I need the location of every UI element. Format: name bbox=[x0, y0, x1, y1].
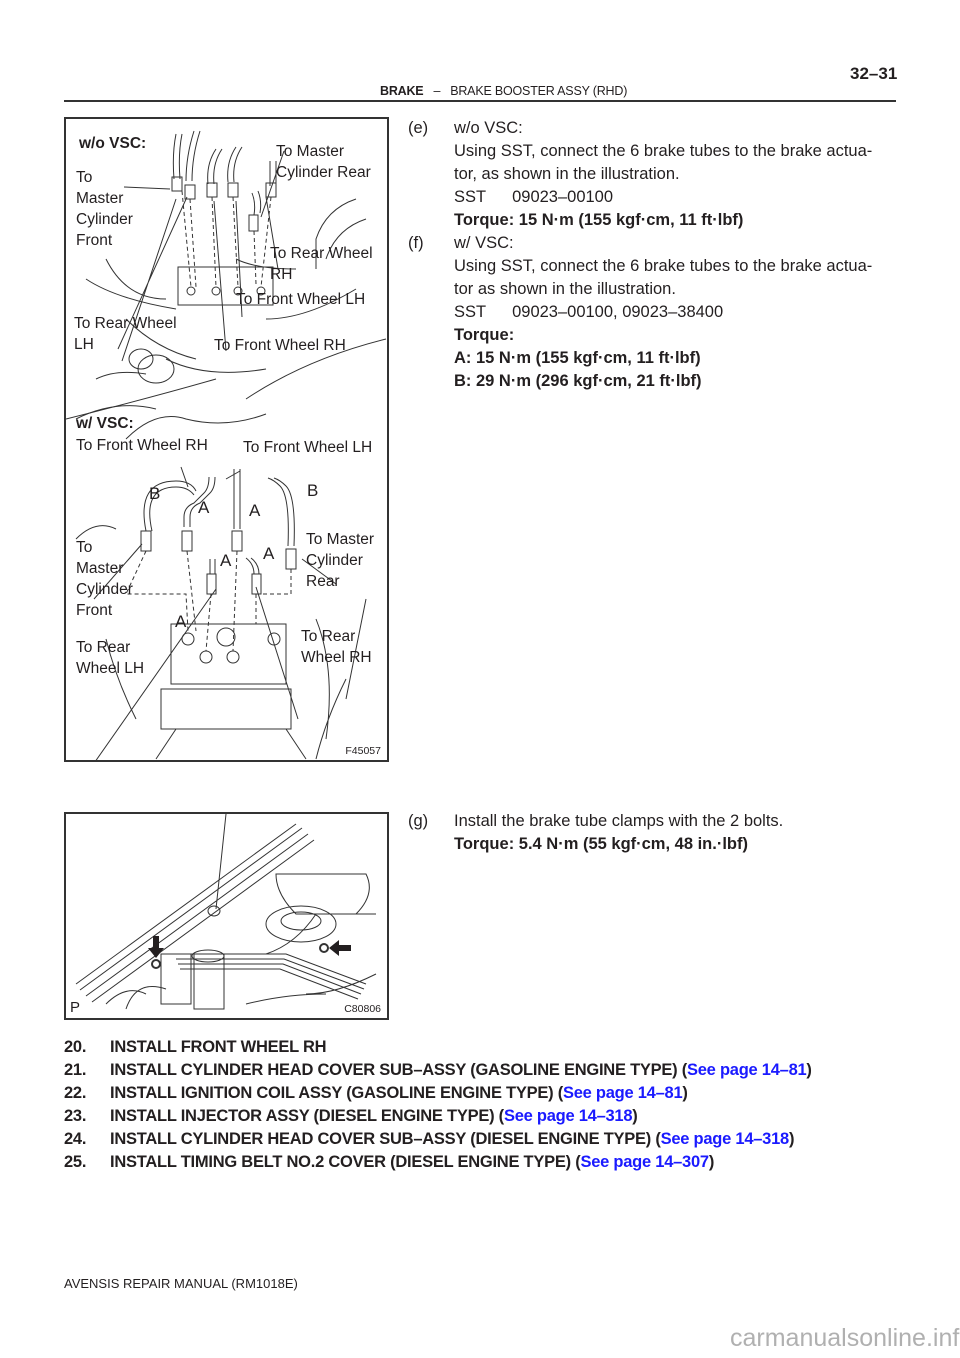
procedure-text: INSTALL IGNITION COIL ASSY (GASOLINE ENG… bbox=[110, 1082, 688, 1105]
see-page-link[interactable]: See page 14–307 bbox=[580, 1153, 709, 1171]
watermark: carmanualsonline.info bbox=[730, 1324, 960, 1352]
step-f-torque-label: Torque: bbox=[454, 326, 515, 344]
see-page-link[interactable]: See page 14–318 bbox=[661, 1130, 790, 1148]
wo-vsc-heading: w/o VSC: bbox=[79, 135, 147, 152]
label-vsc-to-rear-wheel-rh: To Rear Wheel RH bbox=[301, 628, 372, 666]
procedure-title: INSTALL INJECTOR ASSY (DIESEL ENGINE TYP… bbox=[110, 1107, 504, 1125]
closing-paren: ) bbox=[708, 1153, 715, 1171]
label-to-master-cylinder-front: To Master Cylinder Front bbox=[76, 169, 133, 249]
procedure-number: 22. bbox=[64, 1084, 87, 1102]
procedure-item: 20. INSTALL FRONT WHEEL RH bbox=[64, 1036, 944, 1059]
torque-mark-a: A bbox=[249, 501, 261, 520]
label-vsc-to-master-cylinder-front: To Master Cylinder Front bbox=[76, 539, 133, 619]
procedure-text: INSTALL FRONT WHEEL RH bbox=[110, 1036, 327, 1059]
procedure-text: INSTALL INJECTOR ASSY (DIESEL ENGINE TYP… bbox=[110, 1105, 638, 1128]
procedure-title: INSTALL CYLINDER HEAD COVER SUB–ASSY (GA… bbox=[110, 1061, 687, 1079]
step-g-line1: Install the brake tube clamps with the 2… bbox=[454, 812, 784, 830]
procedure-item: 21. INSTALL CYLINDER HEAD COVER SUB–ASSY… bbox=[64, 1059, 944, 1082]
see-page-link[interactable]: See page 14–81 bbox=[687, 1061, 807, 1079]
w-vsc-heading: w/ VSC: bbox=[76, 415, 134, 432]
step-f-condition: w/ VSC: bbox=[454, 234, 514, 252]
label-vsc-to-front-wheel-rh: To Front Wheel RH bbox=[76, 437, 208, 454]
closing-paren: ) bbox=[632, 1107, 638, 1125]
label-to-rear-wheel-lh: To Rear Wheel LH bbox=[74, 315, 177, 353]
procedure-text: INSTALL TIMING BELT NO.2 COVER (DIESEL E… bbox=[110, 1151, 714, 1174]
label-vsc-to-master-cylinder-rear: To Master Cylinder Rear bbox=[306, 531, 375, 590]
sst-label: SST bbox=[454, 303, 487, 321]
procedure-text: INSTALL CYLINDER HEAD COVER SUB–ASSY (GA… bbox=[110, 1059, 812, 1082]
page-number: 32–31 bbox=[850, 64, 898, 83]
step-e-line1: Using SST, connect the 6 brake tubes to … bbox=[454, 142, 873, 160]
procedure-number: 21. bbox=[64, 1061, 87, 1079]
step-e: w/o VSC: Using SST, connect the 6 brake … bbox=[454, 117, 904, 232]
procedure-item: 24. INSTALL CYLINDER HEAD COVER SUB–ASSY… bbox=[64, 1128, 944, 1151]
procedure-number: 25. bbox=[64, 1153, 87, 1171]
procedure-number: 23. bbox=[64, 1107, 87, 1125]
torque-mark-a: A bbox=[220, 551, 232, 570]
torque-mark-b: B bbox=[149, 484, 161, 503]
subsection-name: BRAKE BOOSTER ASSY (RHD) bbox=[450, 84, 628, 98]
torque-mark-b: B bbox=[307, 481, 319, 500]
manual-footer: AVENSIS REPAIR MANUAL (RM1018E) bbox=[64, 1276, 298, 1291]
procedure-number: 24. bbox=[64, 1130, 87, 1148]
procedure-item: 25. INSTALL TIMING BELT NO.2 COVER (DIES… bbox=[64, 1151, 944, 1174]
procedure-title: INSTALL CYLINDER HEAD COVER SUB–ASSY (DI… bbox=[110, 1130, 661, 1148]
sst-code: 09023–00100, 09023–38400 bbox=[512, 303, 724, 321]
header-rule bbox=[64, 100, 896, 102]
step-e-condition: w/o VSC: bbox=[454, 119, 523, 137]
closing-paren: ) bbox=[682, 1084, 688, 1102]
see-page-link[interactable]: See page 14–318 bbox=[504, 1107, 633, 1125]
label-to-master-cylinder-rear: To Master Cylinder Rear bbox=[276, 143, 371, 181]
step-g-torque: Torque: 5.4 N·m (55 kgf·cm, 48 in.·lbf) bbox=[454, 835, 748, 853]
sst-label: SST bbox=[454, 188, 487, 206]
section-name: BRAKE bbox=[380, 84, 424, 98]
step-g: Install the brake tube clamps with the 2… bbox=[454, 810, 904, 856]
see-page-link[interactable]: See page 14–81 bbox=[563, 1084, 683, 1102]
step-e-letter: (e) bbox=[408, 119, 429, 137]
step-f-line1: Using SST, connect the 6 brake tubes to … bbox=[454, 257, 873, 275]
label-to-front-wheel-rh: To Front Wheel RH bbox=[214, 337, 346, 354]
step-f-torque-b: B: 29 N·m (296 kgf·cm, 21 ft·lbf) bbox=[454, 372, 702, 390]
label-to-rear-wheel-rh: To Rear Wheel RH bbox=[270, 245, 373, 283]
section-header: BRAKE – BRAKE BOOSTER ASSY (RHD) bbox=[380, 84, 627, 98]
procedure-title: INSTALL FRONT WHEEL RH bbox=[110, 1038, 327, 1056]
step-g-letter: (g) bbox=[408, 812, 429, 830]
header-separator: – bbox=[433, 84, 441, 98]
label-to-front-wheel-lh: To Front Wheel LH bbox=[236, 291, 366, 308]
closing-paren: ) bbox=[806, 1061, 812, 1079]
figure-brake-tube-connections: w/o VSC: To Master Cylinder Rear To Mast… bbox=[64, 117, 389, 762]
torque-mark-a: A bbox=[198, 498, 210, 517]
procedure-item: 22. INSTALL IGNITION COIL ASSY (GASOLINE… bbox=[64, 1082, 944, 1105]
procedure-title: INSTALL TIMING BELT NO.2 COVER (DIESEL E… bbox=[110, 1153, 581, 1171]
step-e-torque: Torque: 15 N·m (155 kgf·cm, 11 ft·lbf) bbox=[454, 211, 744, 229]
figure-code: F45057 bbox=[345, 745, 381, 757]
step-e-line2: tor, as shown in the illustration. bbox=[454, 165, 680, 183]
procedure-title: INSTALL IGNITION COIL ASSY (GASOLINE ENG… bbox=[110, 1084, 563, 1102]
step-f-line2: tor as shown in the illustration. bbox=[454, 280, 676, 298]
procedure-number: 20. bbox=[64, 1038, 87, 1056]
step-e-sst: SST 09023–00100 bbox=[454, 186, 904, 209]
step-f-sst: SST 09023–00100, 09023–38400 bbox=[454, 301, 904, 324]
closing-paren: ) bbox=[788, 1130, 795, 1148]
figure-code: C80806 bbox=[344, 1003, 381, 1015]
sst-code: 09023–00100 bbox=[512, 188, 614, 206]
step-f: w/ VSC: Using SST, connect the 6 brake t… bbox=[454, 232, 904, 393]
torque-mark-a: A bbox=[175, 612, 187, 631]
procedure-text: INSTALL CYLINDER HEAD COVER SUB–ASSY (DI… bbox=[110, 1128, 794, 1151]
figure-brake-tube-clamps: P C80806 bbox=[64, 812, 389, 1020]
label-vsc-to-front-wheel-lh: To Front Wheel LH bbox=[243, 439, 373, 456]
step-f-letter: (f) bbox=[408, 234, 424, 252]
procedure-list: 20. INSTALL FRONT WHEEL RH 21. INSTALL C… bbox=[64, 1036, 944, 1174]
corner-mark: P bbox=[70, 999, 81, 1016]
label-vsc-to-rear-wheel-lh: To Rear Wheel LH bbox=[76, 639, 145, 677]
illustration-engine-bay bbox=[75, 814, 377, 1010]
procedure-item: 23. INSTALL INJECTOR ASSY (DIESEL ENGINE… bbox=[64, 1105, 944, 1128]
torque-mark-a: A bbox=[263, 544, 275, 563]
step-f-torque-a: A: 15 N·m (155 kgf·cm, 11 ft·lbf) bbox=[454, 349, 701, 367]
